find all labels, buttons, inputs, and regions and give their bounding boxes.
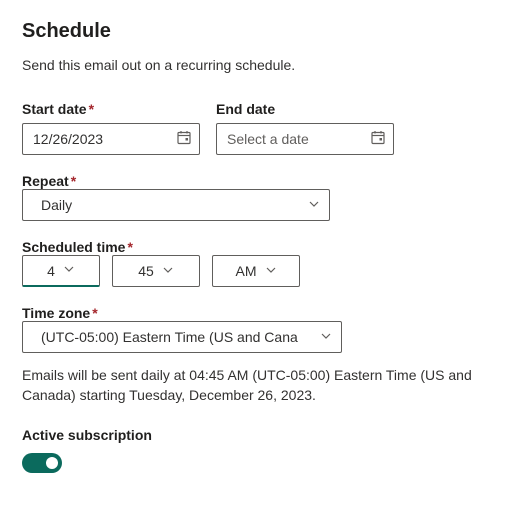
start-date-input[interactable] [22, 123, 200, 155]
repeat-label-text: Repeat [22, 173, 69, 189]
ampm-select[interactable]: AM [212, 255, 300, 287]
timezone-label: Time zone* [22, 305, 98, 321]
schedule-summary: Emails will be sent daily at 04:45 AM (U… [22, 365, 492, 405]
chevron-down-icon [63, 263, 75, 278]
chevron-down-icon [162, 264, 174, 279]
repeat-field: Repeat* Daily [22, 173, 492, 221]
ampm-value: AM [236, 263, 257, 279]
end-date-label: End date [216, 101, 394, 117]
page-description: Send this email out on a recurring sched… [22, 57, 492, 73]
start-date-label-text: Start date [22, 101, 87, 117]
repeat-label: Repeat* [22, 173, 76, 189]
scheduled-time-field: Scheduled time* 4 45 AM [22, 239, 492, 287]
minute-select[interactable]: 45 [112, 255, 200, 287]
end-date-field: End date [216, 101, 394, 155]
active-subscription-label: Active subscription [22, 427, 492, 443]
required-asterisk: * [92, 305, 97, 321]
page-title: Schedule [22, 20, 492, 43]
repeat-value: Daily [41, 197, 72, 213]
start-date-label: Start date* [22, 101, 200, 117]
timezone-value: (UTC-05:00) Eastern Time (US and Cana [41, 329, 298, 345]
timezone-field: Time zone* (UTC-05:00) Eastern Time (US … [22, 305, 492, 353]
active-subscription-toggle[interactable] [22, 453, 62, 473]
scheduled-time-label-text: Scheduled time [22, 239, 125, 255]
required-asterisk: * [127, 239, 132, 255]
start-date-field: Start date* [22, 101, 200, 155]
hour-value: 4 [47, 263, 55, 279]
scheduled-time-label: Scheduled time* [22, 239, 133, 255]
minute-value: 45 [138, 263, 154, 279]
repeat-select[interactable]: Daily [22, 189, 330, 221]
hour-select[interactable]: 4 [22, 255, 100, 287]
timezone-label-text: Time zone [22, 305, 90, 321]
toggle-thumb [46, 457, 58, 469]
required-asterisk: * [89, 101, 94, 117]
end-date-input[interactable] [216, 123, 394, 155]
chevron-down-icon [265, 264, 277, 279]
required-asterisk: * [71, 173, 76, 189]
timezone-select[interactable]: (UTC-05:00) Eastern Time (US and Cana [22, 321, 342, 353]
